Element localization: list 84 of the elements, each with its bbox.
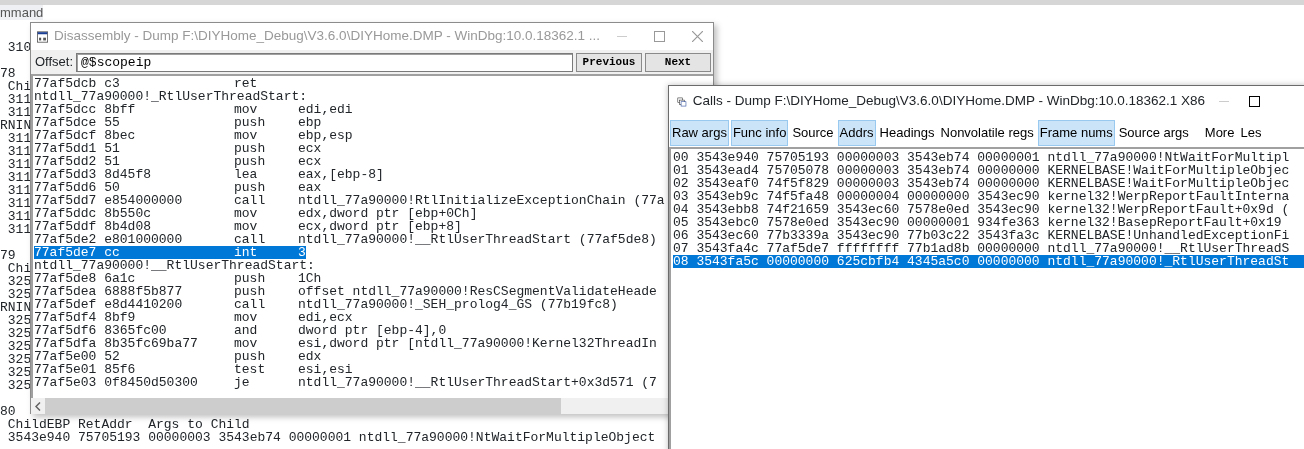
window-title: Calls - Dump F:\DIYHome_Debug\V3.6.0\DIYHome.DMP - WinDbg:10.0.18362.1 X86 — [692, 92, 1205, 111]
toolbar-toggle[interactable]: Raw args — [670, 120, 729, 146]
output-line: 311 — [7, 157, 32, 172]
disassembly-line[interactable]: 77af5e03 0f8450d50300 je ntdll_77a90000!__RtlUserThreadStart+0x3d571 (7 — [34, 376, 657, 389]
output-line: 311 — [7, 92, 32, 107]
output-line: ChildEBP RetAddr Args to Child — [7, 417, 250, 432]
output-line: 311 — [7, 144, 32, 159]
output-line: 325 — [7, 352, 32, 367]
output-line: 325 — [7, 287, 32, 302]
stack-frame-row[interactable]: 02 3543eaf0 74f5f829 00000003 3543eb74 00000000 KERNELBASE!WaitForMultipleObjec — [673, 177, 1304, 190]
disassembly-line[interactable]: 77af5ddf 8b4d08 mov ecx,dword ptr [ebp+8] — [34, 220, 462, 233]
toolbar-toggle[interactable]: Addrs — [837, 120, 876, 146]
stack-frame-row[interactable]: 01 3543ead4 75705078 00000003 3543eb74 00000000 KERNELBASE!WaitForMultipleObjec — [673, 164, 1304, 177]
minimize-icon[interactable] — [1218, 101, 1229, 102]
output-line: Chi — [7, 261, 32, 276]
output-line: 325 — [7, 365, 32, 380]
output-line: 325 — [7, 313, 32, 328]
output-line: Chi — [7, 79, 32, 94]
disassembly-line[interactable]: 77af5dcb c3 ret — [34, 77, 298, 90]
offset-label: Offset: — [35, 53, 74, 72]
disassembly-line[interactable]: 77af5dd7 e854000000 call ntdll_77a90000!RtlInitializeExceptionChain (77a — [34, 194, 665, 207]
output-line: 80 — [0, 404, 16, 419]
stack-frame-row[interactable]: 06 3543ec60 77b3339a 3543ec90 77b03c22 3543fa3c KERNELBASE!UnhandledExceptionFi — [673, 229, 1304, 242]
window-icon — [37, 28, 48, 45]
output-line: 78 — [0, 66, 16, 81]
output-line: RNIN — [0, 300, 32, 315]
disassembly-line[interactable]: 77af5dd1 51 push ecx — [34, 142, 322, 155]
stack-frame-row[interactable]: 00 3543e940 75705193 00000003 3543eb74 00000001 ntdll_77a90000!NtWaitForMultipl — [673, 151, 1304, 164]
output-line: RNIN — [0, 118, 32, 133]
output-line: 311 — [7, 196, 32, 211]
disassembly-line[interactable]: 77af5dcf 8bec mov ebp,esp — [34, 129, 353, 142]
toolbar-toggle[interactable]: Les — [1238, 120, 1264, 146]
output-line: 311 — [7, 131, 32, 146]
stack-frame-row[interactable]: 05 3543ebc0 7578e0ed 3543ec90 00000001 934fe363 kernel32!BasepReportFault+0x19 — [673, 216, 1304, 229]
toolbar-toggle[interactable]: Frame nums — [1037, 120, 1115, 146]
window-title: Disassembly - Dump F:\DIYHome_Debug\V3.6.0\DIYHome.DMP - WinDbg:10.0.18362.1 ... — [54, 27, 600, 46]
output-line: 311 — [7, 170, 32, 185]
disassembly-line[interactable]: 77af5df4 8bf9 mov edi,ecx — [34, 311, 353, 324]
toolbar-toggle[interactable]: Source — [790, 120, 836, 146]
close-icon[interactable] — [691, 31, 703, 42]
output-line: 311 — [7, 222, 32, 237]
disassembly-line[interactable]: 77af5e01 85f6 test esi,esi — [34, 363, 353, 376]
output-line: 311 — [7, 105, 32, 120]
output-line: 325 — [7, 326, 32, 341]
disassembly-line[interactable]: 77af5dea 6888f5b877 push offset ntdll_77a90000!ResCSegmentValidateHeade — [34, 285, 657, 298]
toolbar-toggle[interactable]: Source args — [1116, 120, 1191, 146]
maximize-icon[interactable] — [1249, 96, 1260, 107]
symbol-label[interactable]: ntdll_77a90000!_RtlUserThreadStart: — [34, 90, 308, 103]
disassembly-line[interactable]: 77af5def e8d4410200 call ntdll_77a90000!_SEH_prolog4_GS (77b19fc8) — [34, 298, 618, 311]
stack-frame-row[interactable]: 04 3543ebb8 74f21659 3543ec60 7578e0ed 3543ec90 kernel32!WerpReportFault+0x9d ( — [673, 203, 1304, 216]
toolbar-toggle[interactable]: Headings — [877, 120, 937, 146]
stack-frame-row[interactable]: 03 3543eb9c 74f5fa48 00000004 00000000 3543ec90 kernel32!WerpReportFaultInterna — [673, 190, 1304, 203]
disassembly-line[interactable]: 77af5e00 52 push edx — [34, 350, 322, 363]
next-button[interactable]: Next — [645, 52, 711, 72]
output-line: 311 — [7, 209, 32, 224]
window-title: mmand — [0, 5, 44, 20]
output-line: 310 — [7, 40, 32, 55]
scroll-left-icon[interactable] — [35, 401, 41, 411]
disassembly-line[interactable]: 77af5ddc 8b550c mov edx,dword ptr [ebp+0Ch] — [34, 207, 478, 220]
disassembly-line[interactable]: 77af5dcc 8bff mov edi,edi — [34, 103, 353, 116]
output-line: 325 — [7, 378, 32, 393]
previous-button[interactable]: Previous — [576, 52, 642, 72]
offset-field[interactable]: @$scopeip — [76, 52, 573, 72]
stack-frame-row[interactable]: 08 3543fa5c 00000000 625cbfb4 4345a5c0 00000000 ntdll_77a90000!_RtlUserThreadSt — [673, 255, 1304, 268]
disassembly-line[interactable]: 77af5de8 6a1c push 1Ch — [34, 272, 322, 285]
scrollbar-thumb[interactable] — [45, 398, 561, 414]
symbol-label[interactable]: ntdll_77a90000!__RtlUserThreadStart: — [34, 259, 315, 272]
output-line: 325 — [7, 339, 32, 354]
toolbar-toggle[interactable]: More — [1202, 120, 1237, 146]
output-line: 325 — [7, 274, 32, 289]
output-line: 3543e940 75705193 00000003 3543eb74 00000001 ntdll_77a90000!NtWaitForMultipleObject — [7, 430, 656, 445]
disassembly-line[interactable]: 77af5dd3 8d45f8 lea eax,[ebp-8] — [34, 168, 384, 181]
disassembly-line[interactable]: 77af5dd6 50 push eax — [34, 181, 322, 194]
toolbar-toggle[interactable]: Nonvolatile regs — [938, 120, 1036, 146]
disassembly-line[interactable]: 77af5dfa 8b35fc69ba77 mov esi,dword ptr [ntdll_77a90000!Kernel32ThreadIn — [34, 337, 657, 350]
toolbar-toggle[interactable]: Func info — [730, 120, 789, 146]
disassembly-line[interactable]: 77af5de2 e801000000 call ntdll_77a90000!__RtlUserThreadStart (77af5de8) — [34, 233, 657, 246]
disassembly-line[interactable]: 77af5dce 55 push ebp — [34, 116, 322, 129]
output-line: 311 — [7, 183, 32, 198]
minimize-icon[interactable] — [616, 36, 627, 37]
stack-frame-row[interactable]: 07 3543fa4c 77af5de7 ffffffff 77b1ad8b 00000000 ntdll_77a90000!__RtlUserThreadS — [673, 242, 1304, 255]
disassembly-line[interactable]: 77af5dd2 51 push ecx — [34, 155, 322, 168]
disassembly-line[interactable]: 77af5df6 8365fc00 and dword ptr [ebp-4],0 — [34, 324, 447, 337]
output-line: 79 — [0, 248, 16, 263]
